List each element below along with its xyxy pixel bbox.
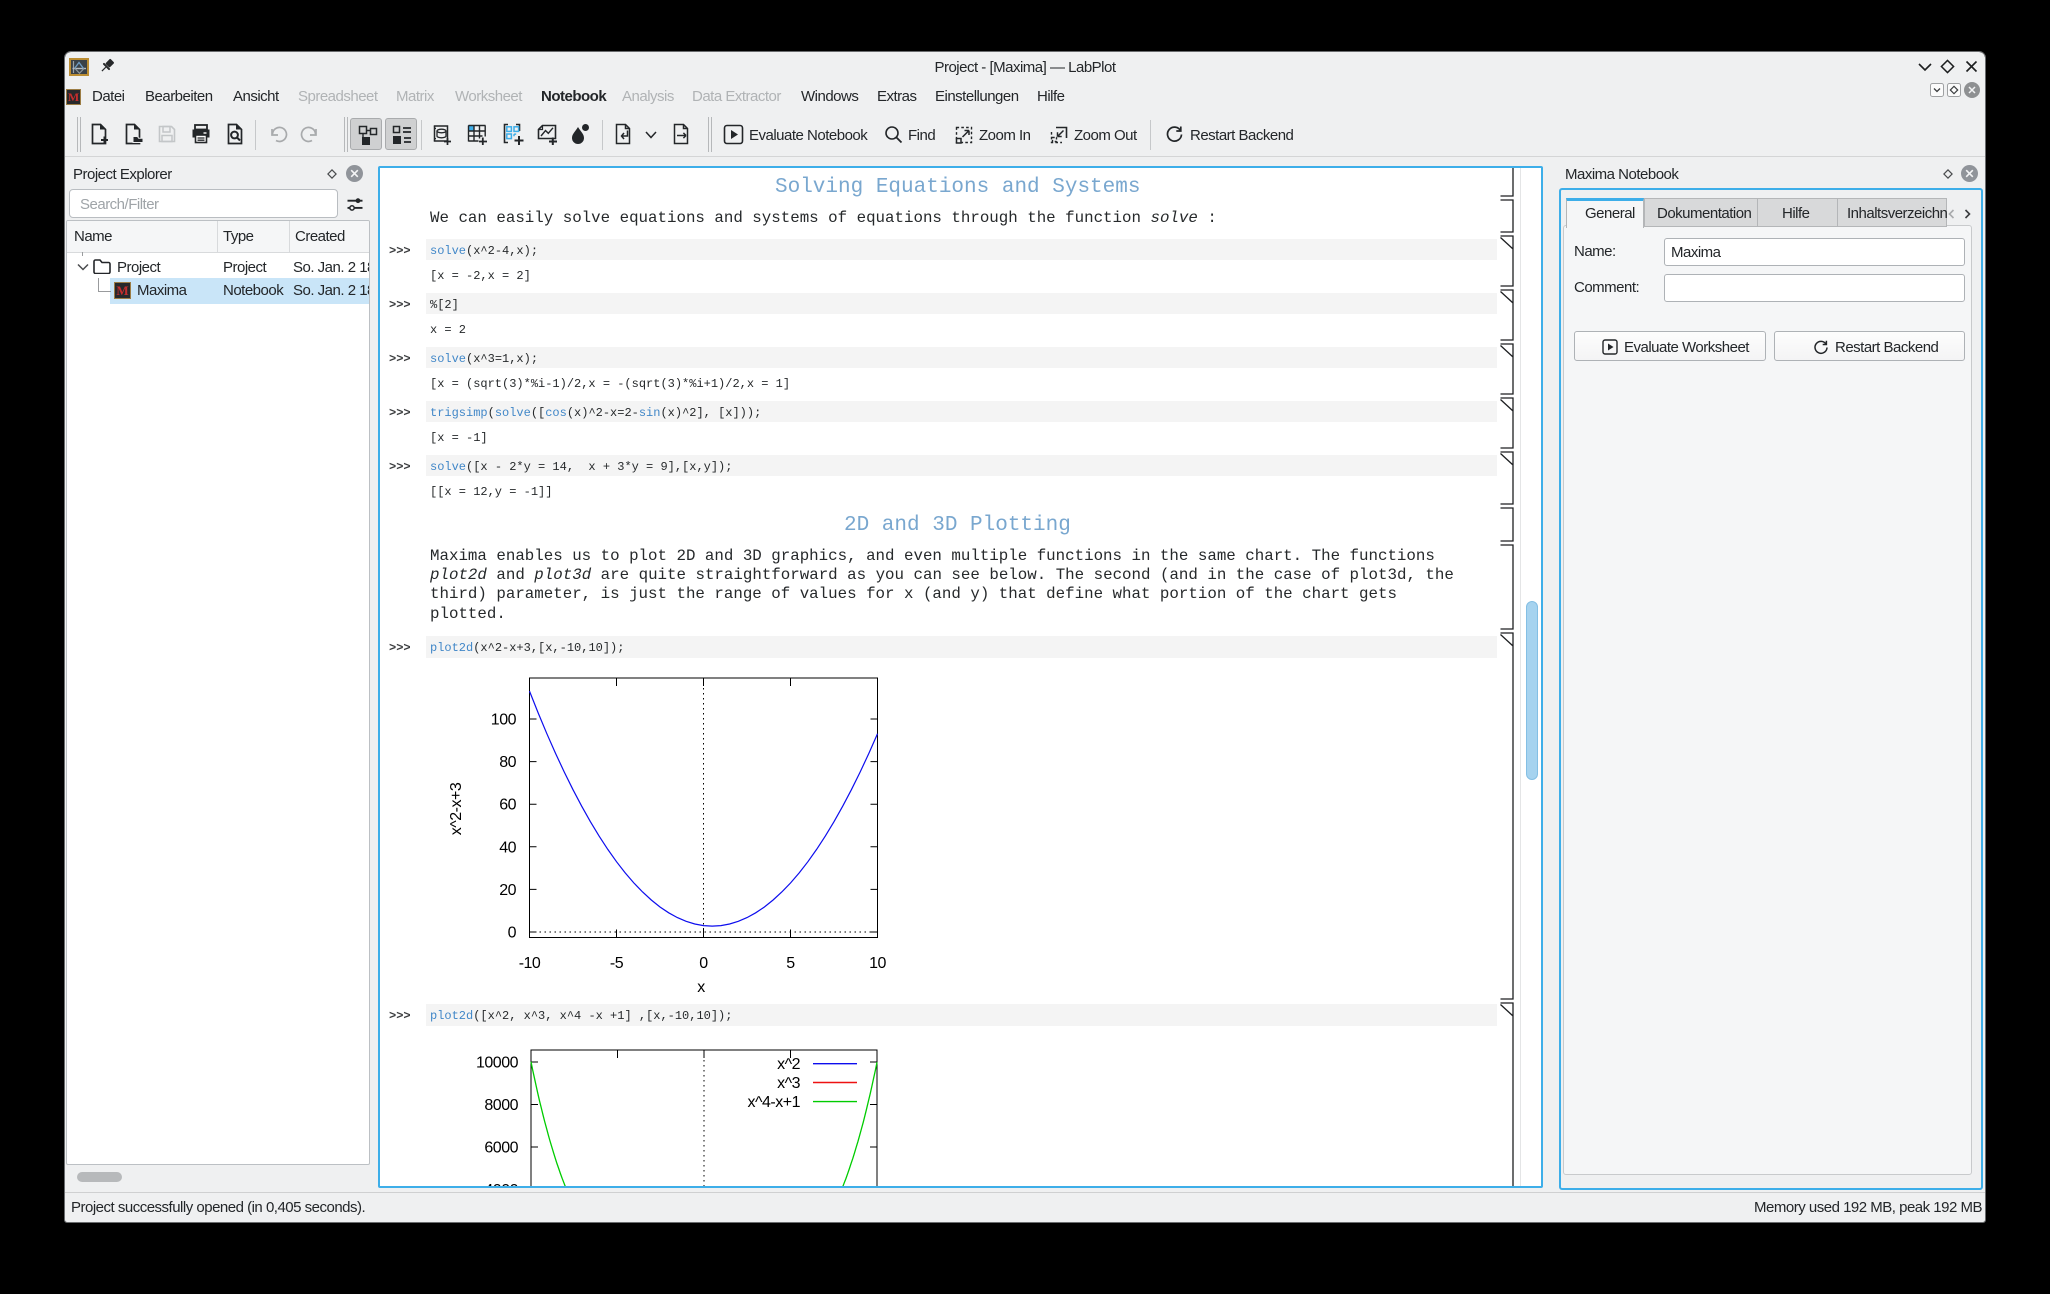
svg-text:0: 0 <box>508 925 517 942</box>
svg-text:5: 5 <box>786 955 795 972</box>
svg-text:x^3: x^3 <box>777 1075 801 1092</box>
svg-text:10000: 10000 <box>476 1055 519 1072</box>
svg-text:20: 20 <box>499 882 516 899</box>
svg-text:-5: -5 <box>610 955 624 972</box>
svg-text:0: 0 <box>699 955 708 972</box>
svg-text:6000: 6000 <box>484 1140 518 1157</box>
svg-text:40: 40 <box>499 839 516 856</box>
svg-text:x: x <box>697 979 705 996</box>
svg-text:100: 100 <box>491 712 517 729</box>
svg-text:x^2-x+3: x^2-x+3 <box>448 782 465 835</box>
svg-text:x^2: x^2 <box>777 1056 801 1073</box>
svg-text:8000: 8000 <box>484 1097 518 1114</box>
svg-text:-10: -10 <box>519 955 541 972</box>
svg-text:80: 80 <box>499 754 516 771</box>
svg-text:60: 60 <box>499 797 516 814</box>
svg-text:4000: 4000 <box>484 1182 518 1188</box>
svg-text:M: M <box>68 90 79 104</box>
svg-text:M: M <box>116 283 128 298</box>
svg-text:10: 10 <box>869 955 886 972</box>
svg-text:x^4-x+1: x^4-x+1 <box>748 1094 801 1111</box>
